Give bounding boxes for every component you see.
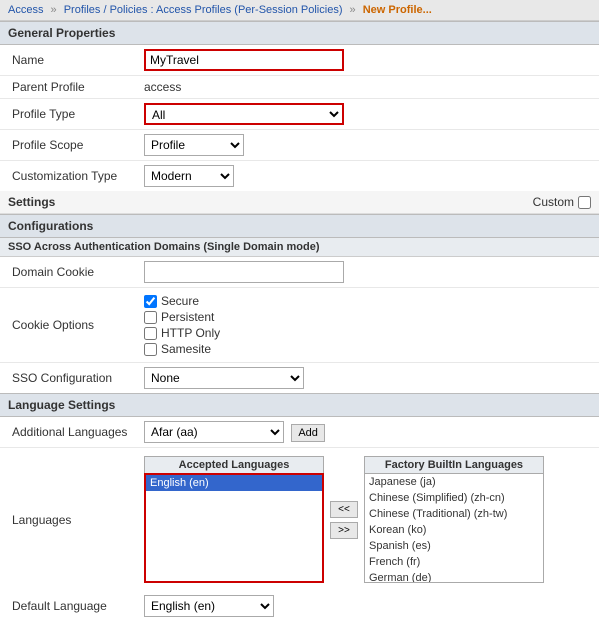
customization-type-value-cell: Modern (140, 161, 599, 192)
http-only-checkbox[interactable] (144, 327, 157, 340)
add-language-button[interactable]: Add (291, 424, 325, 442)
factory-languages-container: Factory BuiltIn Languages Japanese (ja) … (364, 456, 544, 583)
name-value-cell (140, 45, 599, 76)
parent-profile-row: Parent Profile access (0, 76, 599, 99)
samesite-option[interactable]: Samesite (144, 342, 591, 356)
default-language-value-cell: English (en) (140, 591, 599, 621)
additional-languages-row: Additional Languages Afar (aa) Add (0, 417, 599, 448)
breadcrumb-access[interactable]: Access (8, 4, 43, 16)
transfer-left-button[interactable]: << (330, 501, 358, 518)
factory-lang-korean[interactable]: Korean (ko) (365, 522, 543, 538)
general-properties-table: Name Parent Profile access Profile Type … (0, 45, 599, 191)
customization-type-label: Customization Type (0, 161, 140, 192)
name-row: Name (0, 45, 599, 76)
http-only-label: HTTP Only (161, 326, 220, 340)
sso-table: Domain Cookie Cookie Options Secure Pers… (0, 257, 599, 393)
name-input[interactable] (144, 49, 344, 71)
breadcrumb-current: New Profile... (363, 4, 432, 16)
additional-languages-label: Additional Languages (0, 417, 140, 448)
accepted-languages-list[interactable]: English (en) (144, 473, 324, 583)
factory-lang-chinese-traditional[interactable]: Chinese (Traditional) (zh-tw) (365, 506, 543, 522)
general-properties-section: General Properties Name Parent Profile a… (0, 21, 599, 191)
factory-lang-chinese-simplified[interactable]: Chinese (Simplified) (zh-cn) (365, 490, 543, 506)
profile-scope-value-cell: Profile (140, 130, 599, 161)
domain-cookie-input[interactable] (144, 261, 344, 283)
custom-area: Custom (533, 195, 591, 209)
languages-label: Languages (0, 448, 140, 592)
secure-label: Secure (161, 294, 199, 308)
name-label: Name (0, 45, 140, 76)
samesite-checkbox[interactable] (144, 343, 157, 356)
domain-cookie-label: Domain Cookie (0, 257, 140, 288)
default-language-label: Default Language (0, 591, 140, 621)
factory-lang-german[interactable]: German (de) (365, 570, 543, 583)
cookie-options-label: Cookie Options (0, 288, 140, 363)
accepted-languages-header: Accepted Languages (144, 456, 324, 473)
language-area: Accepted Languages English (en) << >> Fa… (144, 452, 591, 587)
secure-option[interactable]: Secure (144, 294, 591, 308)
profile-type-label: Profile Type (0, 99, 140, 130)
customization-type-row: Customization Type Modern (0, 161, 599, 192)
profile-scope-select[interactable]: Profile (144, 134, 244, 156)
factory-lang-japanese[interactable]: Japanese (ja) (365, 474, 543, 490)
persistent-checkbox[interactable] (144, 311, 157, 324)
custom-label: Custom (533, 195, 574, 209)
configurations-header: Configurations (0, 214, 599, 238)
factory-lang-french[interactable]: French (fr) (365, 554, 543, 570)
languages-value-cell: Accepted Languages English (en) << >> Fa… (140, 448, 599, 592)
custom-checkbox[interactable] (578, 196, 591, 209)
factory-languages-header: Factory BuiltIn Languages (364, 456, 544, 473)
transfer-right-button[interactable]: >> (330, 522, 358, 539)
cookie-options-group: Secure Persistent HTTP Only Samesite (144, 292, 591, 358)
factory-languages-list[interactable]: Japanese (ja) Chinese (Simplified) (zh-c… (364, 473, 544, 583)
sso-config-select[interactable]: None (144, 367, 304, 389)
domain-cookie-value-cell (140, 257, 599, 288)
profile-type-value-cell: All (140, 99, 599, 130)
persistent-option[interactable]: Persistent (144, 310, 591, 324)
sso-config-label: SSO Configuration (0, 363, 140, 394)
transfer-buttons: << >> (330, 456, 358, 583)
profile-type-select[interactable]: All (144, 103, 344, 125)
cookie-options-row: Cookie Options Secure Persistent HTTP On… (0, 288, 599, 363)
language-settings-header: Language Settings (0, 393, 599, 417)
profile-scope-label: Profile Scope (0, 130, 140, 161)
additional-languages-value-cell: Afar (aa) Add (140, 417, 599, 448)
factory-lang-spanish[interactable]: Spanish (es) (365, 538, 543, 554)
default-language-select[interactable]: English (en) (144, 595, 274, 617)
settings-label: Settings (8, 195, 55, 209)
accepted-languages-container: Accepted Languages English (en) (144, 456, 324, 583)
persistent-label: Persistent (161, 310, 214, 324)
customization-type-select[interactable]: Modern (144, 165, 234, 187)
breadcrumb-profiles[interactable]: Profiles / Policies : Access Profiles (P… (64, 4, 343, 16)
sso-config-value-cell: None (140, 363, 599, 394)
default-language-row: Default Language English (en) (0, 591, 599, 621)
cookie-options-value-cell: Secure Persistent HTTP Only Samesite (140, 288, 599, 363)
profile-type-row: Profile Type All (0, 99, 599, 130)
domain-cookie-row: Domain Cookie (0, 257, 599, 288)
accepted-lang-english[interactable]: English (en) (146, 475, 322, 491)
secure-checkbox[interactable] (144, 295, 157, 308)
sso-config-row: SSO Configuration None (0, 363, 599, 394)
http-only-option[interactable]: HTTP Only (144, 326, 591, 340)
languages-row: Languages Accepted Languages English (en… (0, 448, 599, 592)
language-settings-section: Language Settings Additional Languages A… (0, 393, 599, 621)
language-settings-table: Additional Languages Afar (aa) Add Langu… (0, 417, 599, 621)
general-properties-header: General Properties (0, 21, 599, 45)
parent-profile-value: access (140, 76, 599, 99)
profile-scope-row: Profile Scope Profile (0, 130, 599, 161)
samesite-label: Samesite (161, 342, 211, 356)
settings-section: Settings Custom (0, 191, 599, 214)
parent-profile-label: Parent Profile (0, 76, 140, 99)
sso-header: SSO Across Authentication Domains (Singl… (0, 238, 599, 257)
configurations-section: Configurations SSO Across Authentication… (0, 214, 599, 393)
additional-languages-select[interactable]: Afar (aa) (144, 421, 284, 443)
breadcrumb: Access » Profiles / Policies : Access Pr… (0, 0, 599, 21)
